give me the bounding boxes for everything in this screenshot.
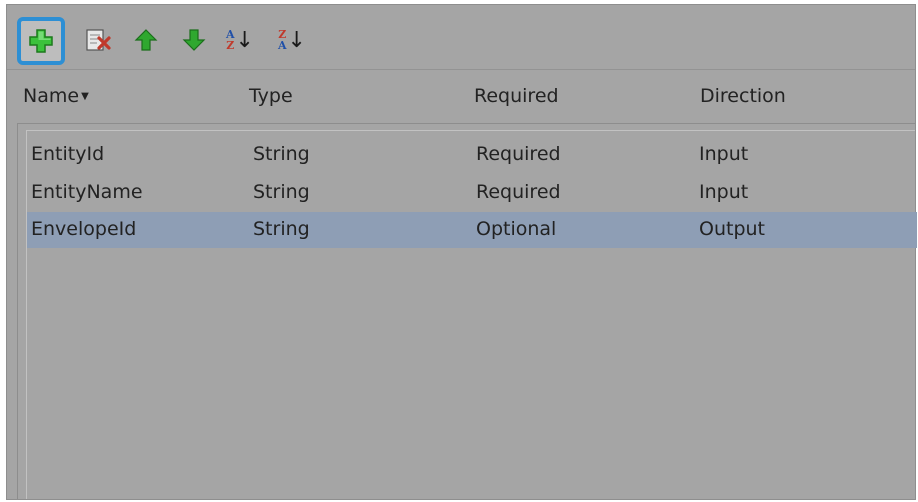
parameters-panel: A Z ↓ Z A ↓ Name ▼ Type Required Directi… <box>6 4 917 500</box>
table-row[interactable]: EntityName String Required Input <box>27 175 917 211</box>
column-header-required[interactable]: Required <box>474 85 559 107</box>
cell-type: String <box>253 181 310 203</box>
cell-type: String <box>253 218 310 240</box>
green-down-arrow-icon <box>182 28 206 52</box>
column-headers: Name ▼ Type Required Direction <box>7 71 915 121</box>
sort-az-icon: A Z ↓ <box>226 27 254 53</box>
column-header-name[interactable]: Name ▼ <box>23 85 89 107</box>
grid-body: EntityId String Required Input EntityNam… <box>26 130 917 499</box>
cell-required: Optional <box>476 218 557 240</box>
sort-za-icon: Z A ↓ <box>278 27 306 53</box>
add-button[interactable] <box>17 17 65 65</box>
cell-required: Required <box>476 181 561 203</box>
cell-direction: Input <box>699 143 749 165</box>
table-row[interactable]: EntityId String Required Input <box>27 137 917 173</box>
column-header-type[interactable]: Type <box>249 85 293 107</box>
table-row-selected[interactable]: EnvelopeId String Optional Output <box>27 212 917 248</box>
cell-required: Required <box>476 143 561 165</box>
toolbar: A Z ↓ Z A ↓ <box>7 5 915 70</box>
sort-descending-caret-icon: ▼ <box>81 91 89 102</box>
move-up-button[interactable] <box>129 23 163 57</box>
parameters-grid: EntityId String Required Input EntityNam… <box>17 123 917 499</box>
cell-type: String <box>253 143 310 165</box>
cell-name: EnvelopeId <box>31 218 137 240</box>
column-header-direction[interactable]: Direction <box>700 85 786 107</box>
sort-ascending-button[interactable]: A Z ↓ <box>223 23 257 57</box>
delete-button[interactable] <box>81 23 115 57</box>
cell-name: EntityId <box>31 143 105 165</box>
cell-name: EntityName <box>31 181 143 203</box>
document-delete-icon <box>84 26 112 54</box>
cell-direction: Output <box>699 218 765 240</box>
green-up-arrow-icon <box>134 28 158 52</box>
move-down-button[interactable] <box>177 23 211 57</box>
green-plus-icon <box>28 28 54 54</box>
sort-descending-button[interactable]: Z A ↓ <box>275 23 309 57</box>
cell-direction: Input <box>699 181 749 203</box>
